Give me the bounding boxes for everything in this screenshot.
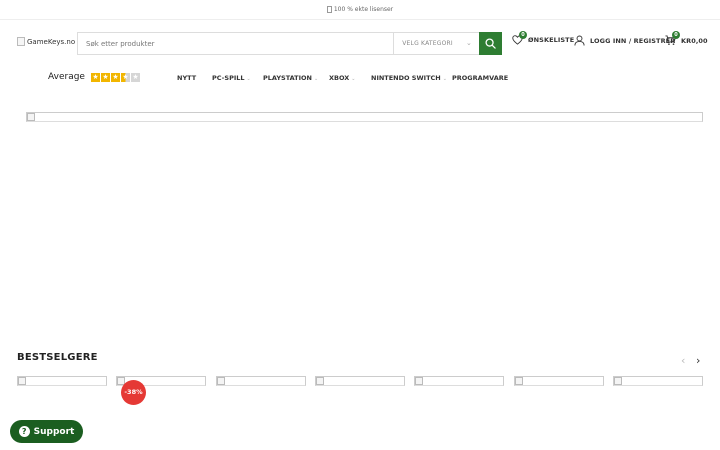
chevron-down-icon: ⌄ <box>442 76 447 82</box>
wishlist-link[interactable]: 0 ØNSKELISTE <box>512 31 575 45</box>
nav-item-playstation[interactable]: PLAYSTATION ⌄ <box>263 74 318 82</box>
chevron-down-icon: ⌄ <box>246 76 251 82</box>
nav-item-label: NYTT <box>177 74 197 82</box>
user-icon <box>574 35 585 46</box>
category-select[interactable]: VELG KATEGORI ⌄ <box>393 33 479 54</box>
chevron-left-icon: ‹ <box>681 354 686 367</box>
account-icon-wrap <box>574 35 585 46</box>
broken-image-icon <box>316 377 324 385</box>
wishlist-icon-wrap: 0 <box>512 31 527 45</box>
wishlist-label: ØNSKELISTE <box>528 36 575 44</box>
top-announcement-bar: 100 % ekte lisenser <box>0 0 720 20</box>
sale-badge: -38% <box>121 380 146 405</box>
chevron-down-icon: ⌄ <box>313 76 319 82</box>
broken-image-icon <box>515 377 523 385</box>
support-label: Support <box>33 426 75 437</box>
main-nav: NYTT PC-SPILL ⌄ PLAYSTATION ⌄ XBOX ⌄ NINTEN… <box>0 74 720 84</box>
nav-item-label: PROGRAMVARE <box>452 74 509 82</box>
product-card[interactable] <box>414 376 504 386</box>
nav-item-pc-spill[interactable]: PC-SPILL ⌄ <box>212 74 251 82</box>
nav-item-programvare[interactable]: PROGRAMVARE <box>452 74 508 82</box>
search-bar: VELG KATEGORI ⌄ <box>77 32 502 55</box>
product-card[interactable] <box>216 376 306 386</box>
product-card[interactable] <box>315 376 405 386</box>
carousel-next-button[interactable]: › <box>696 355 700 367</box>
account-label: LOGG INN / REGISTRER <box>590 36 676 45</box>
hero-banner[interactable] <box>26 112 703 122</box>
cart-total-label: KR0,00 <box>681 36 708 45</box>
nav-item-label: XBOX <box>329 74 350 82</box>
help-icon: ? <box>18 426 30 437</box>
nav-item-label: PLAYSTATION <box>263 74 312 82</box>
product-carousel <box>17 376 707 388</box>
broken-image-icon <box>217 377 225 385</box>
broken-image-icon <box>18 377 26 385</box>
category-select-label: VELG KATEGORI <box>402 40 453 47</box>
account-link[interactable]: LOGG INN / REGISTRER <box>574 35 675 46</box>
license-icon <box>326 6 332 13</box>
site-logo[interactable]: GameKeys.no <box>17 37 75 46</box>
nav-item-label: NINTENDO SWITCH <box>371 74 441 82</box>
cart-icon-wrap: 0 <box>665 31 680 46</box>
chevron-down-icon: ⌄ <box>465 39 473 47</box>
product-card[interactable] <box>514 376 604 386</box>
support-button[interactable]: ? Support <box>10 420 83 443</box>
carousel-prev-button[interactable]: ‹ <box>681 355 685 367</box>
nav-item-nintendo-switch[interactable]: NINTENDO SWITCH ⌄ <box>371 74 447 82</box>
bestsellers-heading: BESTSELGERE <box>17 352 98 363</box>
search-input[interactable] <box>78 33 394 54</box>
wishlist-count-badge: 0 <box>519 31 527 39</box>
broken-image-icon <box>17 37 25 46</box>
cart-count-badge: 0 <box>672 31 680 39</box>
product-card[interactable] <box>613 376 703 386</box>
chevron-down-icon: ⌄ <box>351 76 356 82</box>
search-button[interactable] <box>479 32 502 55</box>
announcement-text: 100 % ekte lisenser <box>333 6 394 13</box>
broken-image-icon <box>415 377 423 385</box>
product-card[interactable] <box>17 376 107 386</box>
nav-item-label: PC-SPILL <box>212 74 245 82</box>
cart-link[interactable]: 0 KR0,00 <box>665 31 708 46</box>
logo-alt-text: GameKeys.no <box>27 37 76 46</box>
nav-item-xbox[interactable]: XBOX ⌄ <box>329 74 355 82</box>
nav-item-nytt[interactable]: NYTT <box>177 74 196 82</box>
broken-image-icon <box>614 377 622 385</box>
search-icon <box>485 38 496 49</box>
broken-image-icon <box>27 113 35 121</box>
chevron-right-icon: › <box>696 354 701 367</box>
